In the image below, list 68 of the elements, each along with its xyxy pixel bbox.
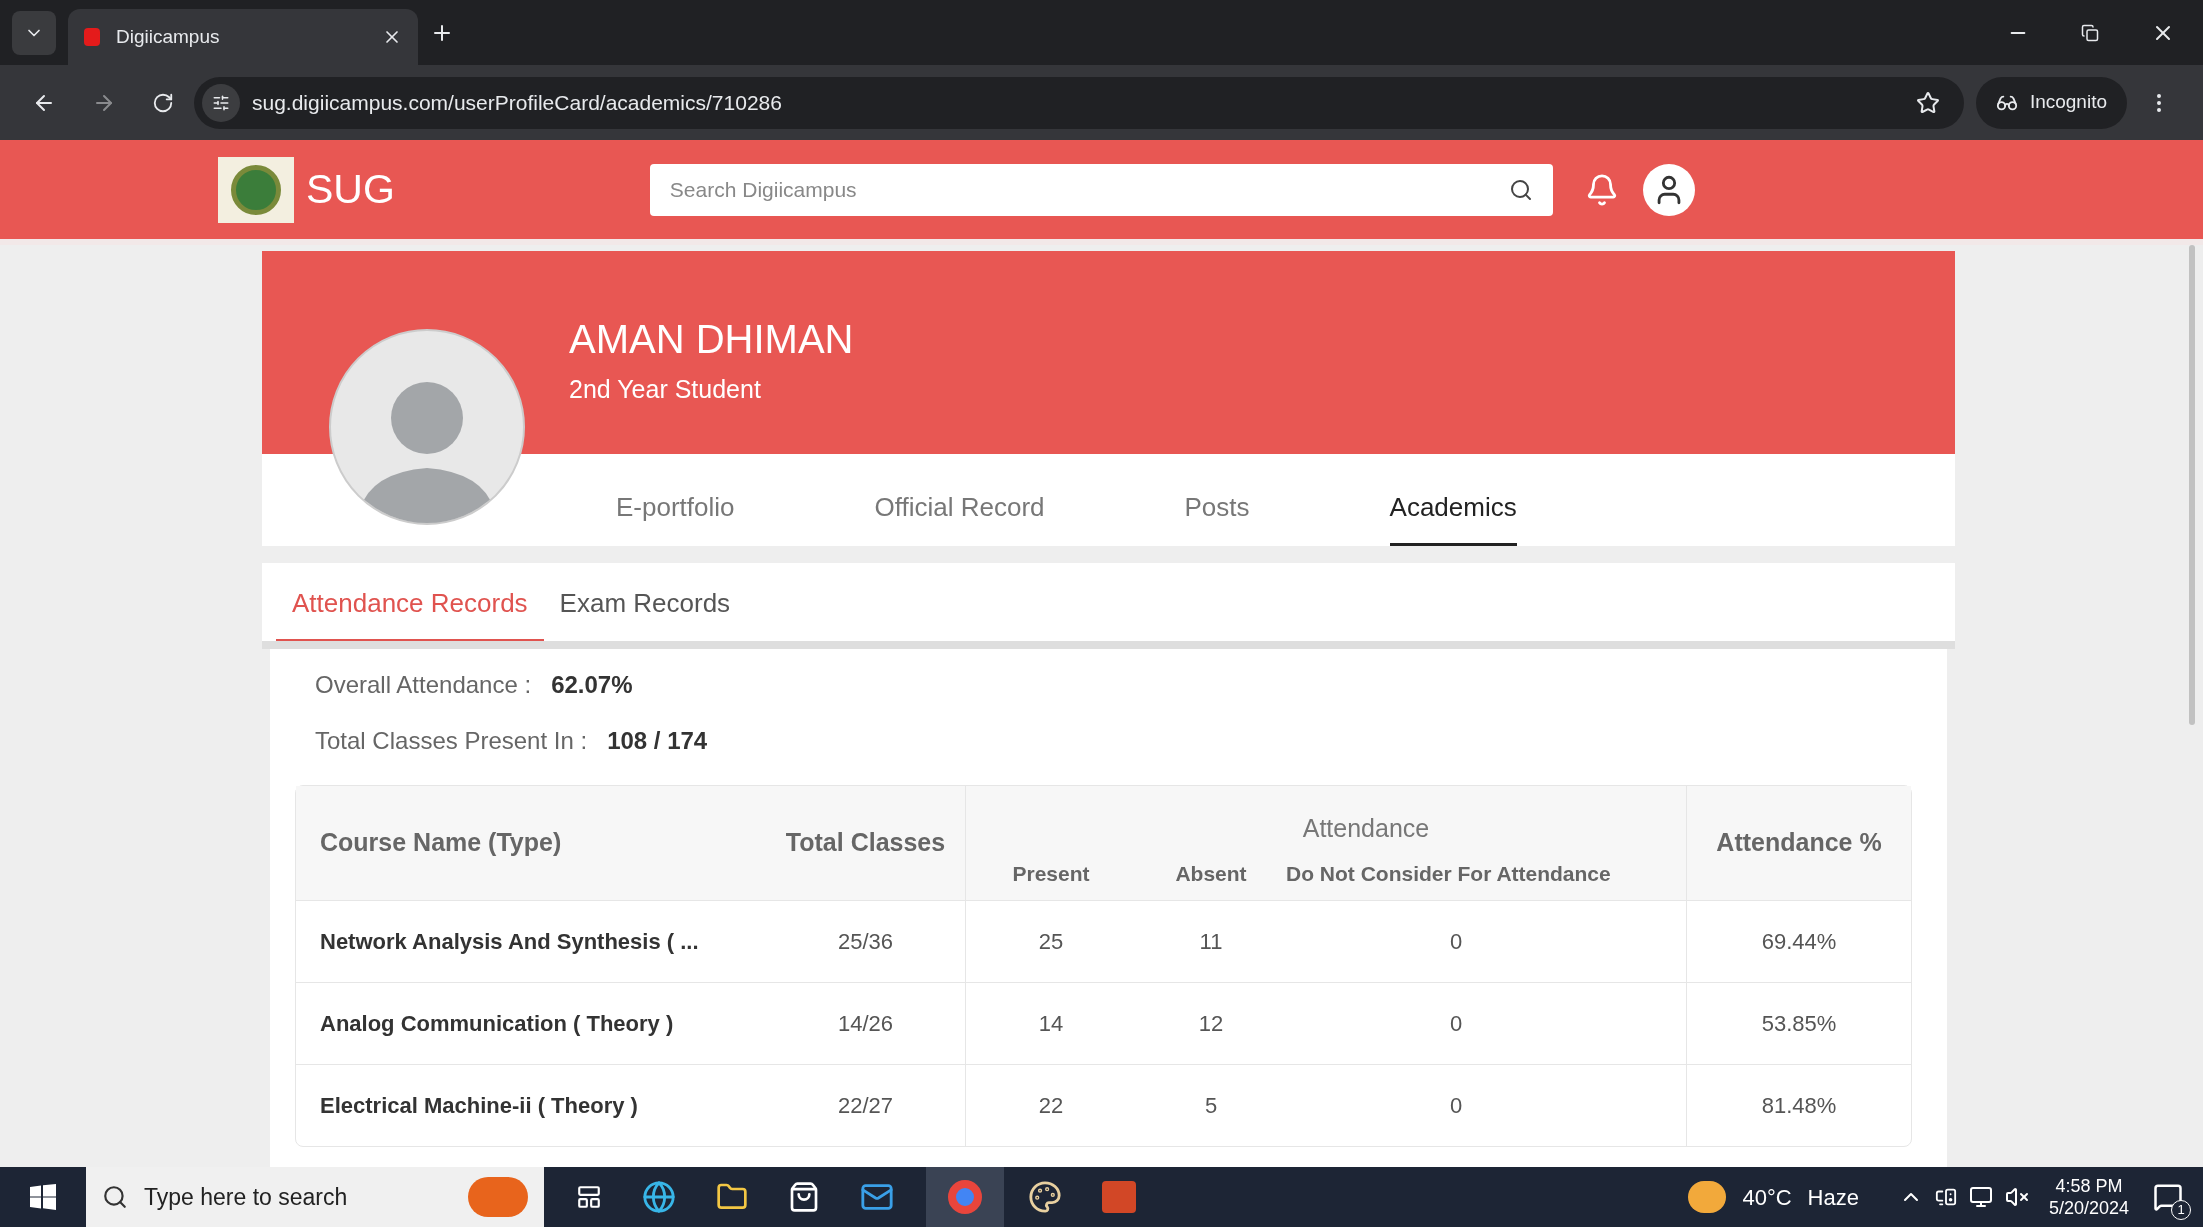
browser-tab[interactable]: Digiicampus <box>68 9 418 65</box>
table-cell-text: 5 <box>1203 1092 1219 1120</box>
profile-tab[interactable]: Academics <box>1389 488 1517 546</box>
logo-icon <box>218 156 294 223</box>
column-group-header: Attendance <box>1301 813 1431 844</box>
notifications-icon[interactable] <box>2153 1182 2183 1212</box>
summary-label: Total Classes Present In : <box>315 726 588 756</box>
student-year: 2nd Year Student <box>569 374 762 405</box>
device-icon[interactable] <box>1934 1186 1957 1208</box>
search-field[interactable]: Search Digiicampus <box>649 163 1553 216</box>
reload-icon[interactable] <box>152 91 174 114</box>
sliders-icon <box>212 93 230 112</box>
summary-label: Overall Attendance : <box>315 670 532 700</box>
table-cell: 14/26 <box>766 983 966 1064</box>
brand-name: SUG <box>306 164 395 214</box>
incognito-badge[interactable]: Incognito <box>1975 76 2127 129</box>
column-header: Course Name (Type) <box>319 827 563 859</box>
scrollbar[interactable] <box>2189 245 2195 725</box>
column-header: Total Classes <box>766 786 966 900</box>
tab-title: Digiicampus <box>116 24 221 49</box>
store-icon[interactable] <box>788 1181 820 1213</box>
profile-tab[interactable]: E-portfolio <box>616 488 735 546</box>
notification-count: 1 <box>2171 1200 2191 1220</box>
table-cell-text: 25 <box>1037 928 1065 956</box>
network-icon[interactable] <box>1968 1185 1993 1209</box>
column-header: Present <box>1011 861 1091 887</box>
weather-condition: Haze <box>1807 1183 1859 1212</box>
url-text: sug.digiicampus.com/userProfileCard/academics/710286 <box>252 89 783 116</box>
table-cell: 81.48% <box>1686 1065 1911 1146</box>
column-header: Do Not Consider For Attendance <box>1286 861 1612 887</box>
table-cell-text: 12 <box>1197 1010 1225 1038</box>
profile-tab[interactable]: Posts <box>1184 488 1250 546</box>
table-cell-text: Network Analysis And Synthesis ( ... <box>319 928 700 956</box>
task-view-icon[interactable] <box>576 1184 602 1210</box>
table-cell-text: 0 <box>1448 1010 1464 1038</box>
search-input[interactable]: Search Digiicampus <box>669 173 1509 206</box>
column-header: Absent <box>1174 861 1248 887</box>
table-cell: 25/36 <box>766 901 966 982</box>
table-cell-text: Electrical Machine-ii ( Theory ) <box>319 1092 639 1120</box>
clock-time: 4:58 PM <box>2055 1174 2123 1197</box>
records-tab[interactable]: Exam Records <box>543 584 747 641</box>
site-info-button[interactable] <box>202 83 240 122</box>
table-cell: 53.85% <box>1686 983 1911 1064</box>
summary-value: 62.07% <box>551 670 633 700</box>
table-cell-text: Analog Communication ( Theory ) <box>319 1010 675 1038</box>
search-icon[interactable] <box>1508 177 1533 202</box>
table-cell-text: 11 <box>1198 928 1224 956</box>
search-icon <box>102 1184 128 1210</box>
bookmark-star-icon[interactable] <box>1915 90 1940 115</box>
profile-tab[interactable]: Official Record <box>874 488 1045 546</box>
table-cell: 22/27 <box>766 1065 966 1146</box>
table-cell-text: 0 <box>1448 928 1464 956</box>
volume-muted-icon[interactable] <box>2004 1185 2029 1209</box>
column-header: Attendance % <box>1686 786 1911 900</box>
favicon-icon <box>84 28 100 46</box>
table-cell: 69.44% <box>1686 901 1911 982</box>
table-cell-text: 0 <box>1448 1092 1464 1120</box>
taskbar-search-field[interactable]: Type here to search <box>86 1167 544 1227</box>
summary-value: 108 / 174 <box>607 726 708 756</box>
student-name: AMAN DHIMAN <box>569 319 855 359</box>
records-tab[interactable]: Attendance Records <box>276 584 544 641</box>
paint-icon[interactable] <box>1028 1180 1062 1214</box>
table-cell-text: 22 <box>1037 1092 1065 1120</box>
restore-icon[interactable] <box>2081 23 2099 42</box>
clock-date: 5/20/2024 <box>2048 1197 2129 1220</box>
address-bar[interactable]: sug.digiicampus.com/userProfileCard/academics/710286 <box>194 76 1964 129</box>
temperature: 40°C <box>1742 1183 1792 1212</box>
table-cell-text: 14 <box>1037 1010 1065 1038</box>
